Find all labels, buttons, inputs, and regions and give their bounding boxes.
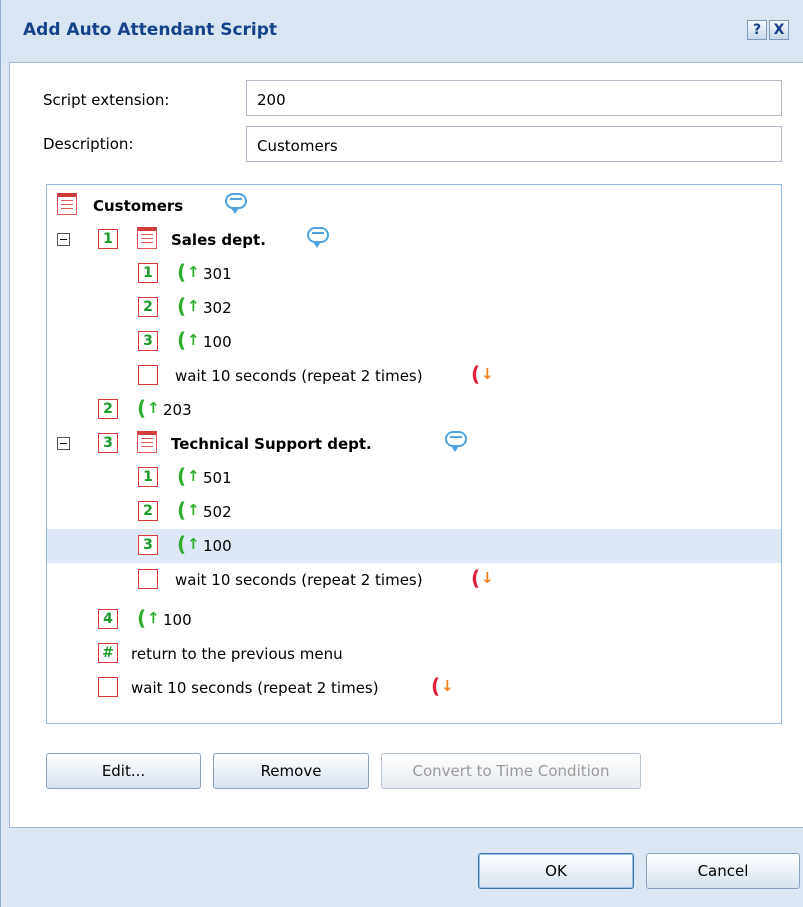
tree-item[interactable]: 1 ( ↑ 501 (47, 461, 781, 495)
tree-item[interactable]: 2 ( ↑ 302 (47, 291, 781, 325)
tree-item[interactable]: 4 ( ↑ 100 (47, 603, 781, 637)
arrow-up-icon: ↑ (187, 263, 200, 281)
tree-item-label: return to the previous menu (131, 645, 343, 663)
edit-button[interactable]: Edit... (46, 753, 201, 789)
key-badge: 3 (138, 535, 158, 555)
tree-wait-item[interactable]: wait 10 seconds (repeat 2 times) ( ↓ (47, 359, 781, 393)
wait-label: wait 10 seconds (repeat 2 times) (131, 679, 379, 697)
phone-forward-icon: ( (177, 294, 187, 318)
tree-item[interactable]: 2 ( ↑ 203 (47, 393, 781, 427)
tree-item[interactable]: 2 ( ↑ 502 (47, 495, 781, 529)
script-extension-label: Script extension: (43, 91, 170, 109)
key-badge-empty (138, 569, 158, 589)
phone-return-icon: ( (431, 674, 441, 698)
wait-label: wait 10 seconds (repeat 2 times) (175, 571, 423, 589)
tree-item-label: 502 (203, 503, 232, 521)
arrow-down-icon: ↓ (481, 569, 494, 587)
comment-icon[interactable] (307, 227, 329, 248)
phone-forward-icon: ( (177, 464, 187, 488)
ok-button[interactable]: OK (478, 853, 634, 889)
key-badge: 1 (138, 263, 158, 283)
comment-icon[interactable] (225, 193, 247, 214)
menu-icon (57, 193, 77, 215)
tree-item-label: 100 (203, 537, 232, 555)
tree-root-label: Customers (93, 197, 184, 215)
key-badge: 2 (98, 399, 118, 419)
dialog-title: Add Auto Attendant Script (23, 20, 278, 40)
tree-item[interactable]: 3 ( ↑ 100 (47, 325, 781, 359)
remove-button[interactable]: Remove (213, 753, 369, 789)
phone-return-icon: ( (471, 566, 481, 590)
collapse-icon[interactable] (57, 233, 70, 246)
cancel-button[interactable]: Cancel (646, 853, 800, 889)
dialog-titlebar: Add Auto Attendant Script ? X (1, 0, 803, 62)
tree-item-label: 302 (203, 299, 232, 317)
tree-item-label: 301 (203, 265, 232, 283)
tree-node-label: Sales dept. (171, 231, 266, 249)
menu-icon (137, 227, 157, 249)
phone-forward-icon: ( (137, 606, 147, 630)
comment-icon[interactable] (445, 431, 467, 452)
arrow-up-icon: ↑ (147, 399, 160, 417)
key-badge-empty (98, 677, 118, 697)
key-badge: 1 (98, 229, 118, 249)
tree-node-label: Technical Support dept. (171, 435, 372, 453)
help-icon[interactable]: ? (747, 20, 767, 40)
tree-return-item[interactable]: # return to the previous menu (47, 637, 781, 671)
convert-to-time-condition-button[interactable]: Convert to Time Condition (381, 753, 641, 789)
tree-root[interactable]: Customers (47, 189, 781, 223)
close-icon[interactable]: X (769, 20, 789, 40)
phone-forward-icon: ( (177, 260, 187, 284)
arrow-down-icon: ↓ (441, 677, 454, 695)
arrow-up-icon: ↑ (187, 501, 200, 519)
phone-forward-icon: ( (137, 396, 147, 420)
key-badge-empty (138, 365, 158, 385)
menu-icon (137, 431, 157, 453)
tree-item-label: 100 (163, 611, 192, 629)
key-badge: 2 (138, 501, 158, 521)
key-badge: # (98, 643, 118, 663)
phone-forward-icon: ( (177, 328, 187, 352)
tree-node-support[interactable]: 3 Technical Support dept. (47, 427, 781, 461)
add-auto-attendant-dialog: Add Auto Attendant Script ? X Script ext… (0, 0, 803, 907)
description-input[interactable]: Customers (246, 126, 782, 162)
description-label: Description: (43, 135, 134, 153)
tree-wait-item[interactable]: wait 10 seconds (repeat 2 times) ( ↓ (47, 671, 781, 705)
tree-item-label: 501 (203, 469, 232, 487)
script-tree[interactable]: Customers 1 Sales dept. 1 ( ↑ 301 2 ( ↑ … (46, 184, 782, 724)
wait-label: wait 10 seconds (repeat 2 times) (175, 367, 423, 385)
script-extension-input[interactable]: 200 (246, 80, 782, 116)
collapse-icon[interactable] (57, 437, 70, 450)
tree-wait-item[interactable]: wait 10 seconds (repeat 2 times) ( ↓ (47, 563, 781, 597)
arrow-down-icon: ↓ (481, 365, 494, 383)
arrow-up-icon: ↑ (187, 535, 200, 553)
key-badge: 3 (138, 331, 158, 351)
key-badge: 2 (138, 297, 158, 317)
tree-item-label: 203 (163, 401, 192, 419)
tree-item[interactable]: 1 ( ↑ 301 (47, 257, 781, 291)
phone-forward-icon: ( (177, 498, 187, 522)
tree-item-selected[interactable]: 3 ( ↑ 100 (47, 529, 781, 563)
tree-node-sales[interactable]: 1 Sales dept. (47, 223, 781, 257)
tree-item-label: 100 (203, 333, 232, 351)
key-badge: 4 (98, 609, 118, 629)
phone-return-icon: ( (471, 362, 481, 386)
phone-forward-icon: ( (177, 532, 187, 556)
key-badge: 1 (138, 467, 158, 487)
arrow-up-icon: ↑ (187, 331, 200, 349)
arrow-up-icon: ↑ (187, 297, 200, 315)
key-badge: 3 (98, 433, 118, 453)
arrow-up-icon: ↑ (187, 467, 200, 485)
arrow-up-icon: ↑ (147, 609, 160, 627)
